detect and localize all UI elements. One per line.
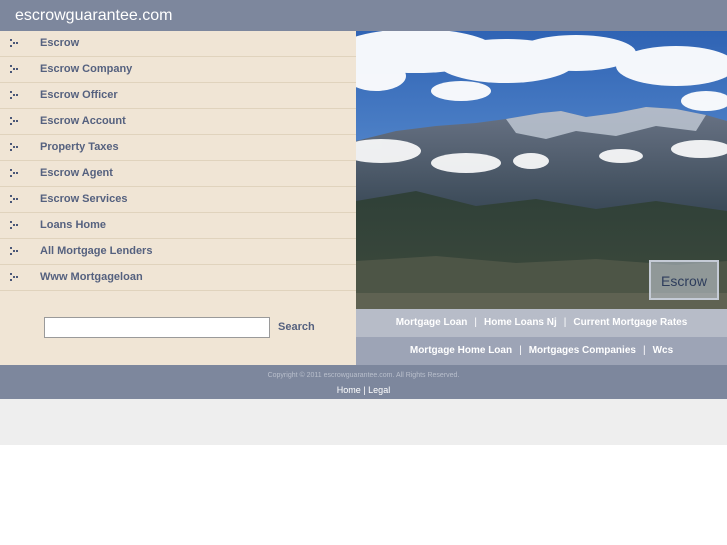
sidebar: Escrow Escrow Company Escrow Officer Esc…	[0, 31, 356, 365]
lower-band	[0, 399, 727, 445]
hero-badge[interactable]: Escrow	[649, 260, 719, 300]
sidebar-item-escrow[interactable]: Escrow	[0, 31, 356, 57]
sidebar-item-label[interactable]: Escrow Company	[40, 63, 132, 75]
links-bar-secondary: Mortgage Home Loan | Mortgages Companies | W…	[356, 337, 727, 365]
hero-image: Escrow	[356, 31, 727, 309]
sidebar-item-escrow-agent[interactable]: Escrow Agent	[0, 161, 356, 187]
sidebar-item-property-taxes[interactable]: Property Taxes	[0, 135, 356, 161]
sidebar-item-escrow-company[interactable]: Escrow Company	[0, 57, 356, 83]
sidebar-item-escrow-services[interactable]: Escrow Services	[0, 187, 356, 213]
bullet-icon	[10, 117, 20, 127]
sidebar-item-label[interactable]: Escrow Account	[40, 115, 126, 127]
bullet-icon	[10, 195, 20, 205]
sidebar-item-label[interactable]: Escrow Services	[40, 193, 127, 205]
bullet-icon	[10, 65, 20, 75]
sidebar-item-www-mortgageloan[interactable]: Www Mortgageloan	[0, 265, 356, 291]
site-footer: Copyright © 2011 escrowguarantee.com. Al…	[0, 365, 727, 399]
sidebar-nav: Escrow Escrow Company Escrow Officer Esc…	[0, 31, 356, 291]
sidebar-item-label[interactable]: All Mortgage Lenders	[40, 245, 152, 257]
bullet-icon	[10, 273, 20, 283]
bullet-icon	[10, 169, 20, 179]
bullet-icon	[10, 247, 20, 257]
sidebar-item-label[interactable]: Property Taxes	[40, 141, 119, 153]
bullet-icon	[10, 91, 20, 101]
link-home-loans-nj[interactable]: Home Loans Nj	[484, 317, 557, 328]
footer-separator: |	[363, 385, 366, 395]
link-separator: |	[474, 317, 477, 328]
link-current-mortgage-rates[interactable]: Current Mortgage Rates	[573, 317, 687, 328]
sidebar-item-all-mortgage-lenders[interactable]: All Mortgage Lenders	[0, 239, 356, 265]
link-mortgage-loan[interactable]: Mortgage Loan	[396, 317, 468, 328]
hero-badge-label: Escrow	[661, 273, 707, 289]
sidebar-item-label[interactable]: Loans Home	[40, 219, 106, 231]
sidebar-item-escrow-account[interactable]: Escrow Account	[0, 109, 356, 135]
bullet-icon	[10, 221, 20, 231]
link-mortgages-companies[interactable]: Mortgages Companies	[529, 345, 636, 356]
site-header: escrowguarantee.com	[0, 0, 727, 31]
copyright-text: Copyright © 2011 escrowguarantee.com. Al…	[267, 372, 460, 379]
sidebar-item-label[interactable]: Escrow Agent	[40, 167, 113, 179]
links-bar-primary: Mortgage Loan | Home Loans Nj | Current Mort…	[356, 309, 727, 337]
bullet-icon	[10, 143, 20, 153]
footer-link-legal[interactable]: Legal	[368, 385, 390, 395]
sidebar-item-label[interactable]: Escrow Officer	[40, 89, 118, 101]
sidebar-item-label[interactable]: Www Mortgageloan	[40, 271, 143, 283]
link-separator: |	[642, 345, 646, 356]
sidebar-item-label[interactable]: Escrow	[40, 37, 79, 49]
link-separator: |	[519, 345, 522, 356]
footer-links: Home | Legal	[0, 385, 727, 395]
search-input[interactable]	[44, 317, 270, 338]
sidebar-item-loans-home[interactable]: Loans Home	[0, 213, 356, 239]
sidebar-item-escrow-officer[interactable]: Escrow Officer	[0, 83, 356, 109]
link-wcs[interactable]: Wcs	[653, 345, 674, 356]
footer-link-home[interactable]: Home	[337, 385, 361, 395]
bullet-icon	[10, 39, 20, 49]
link-mortgage-home-loan[interactable]: Mortgage Home Loan	[410, 345, 512, 356]
search-button[interactable]: Search	[278, 321, 315, 333]
link-separator: |	[563, 317, 567, 328]
site-title[interactable]: escrowguarantee.com	[15, 7, 172, 25]
